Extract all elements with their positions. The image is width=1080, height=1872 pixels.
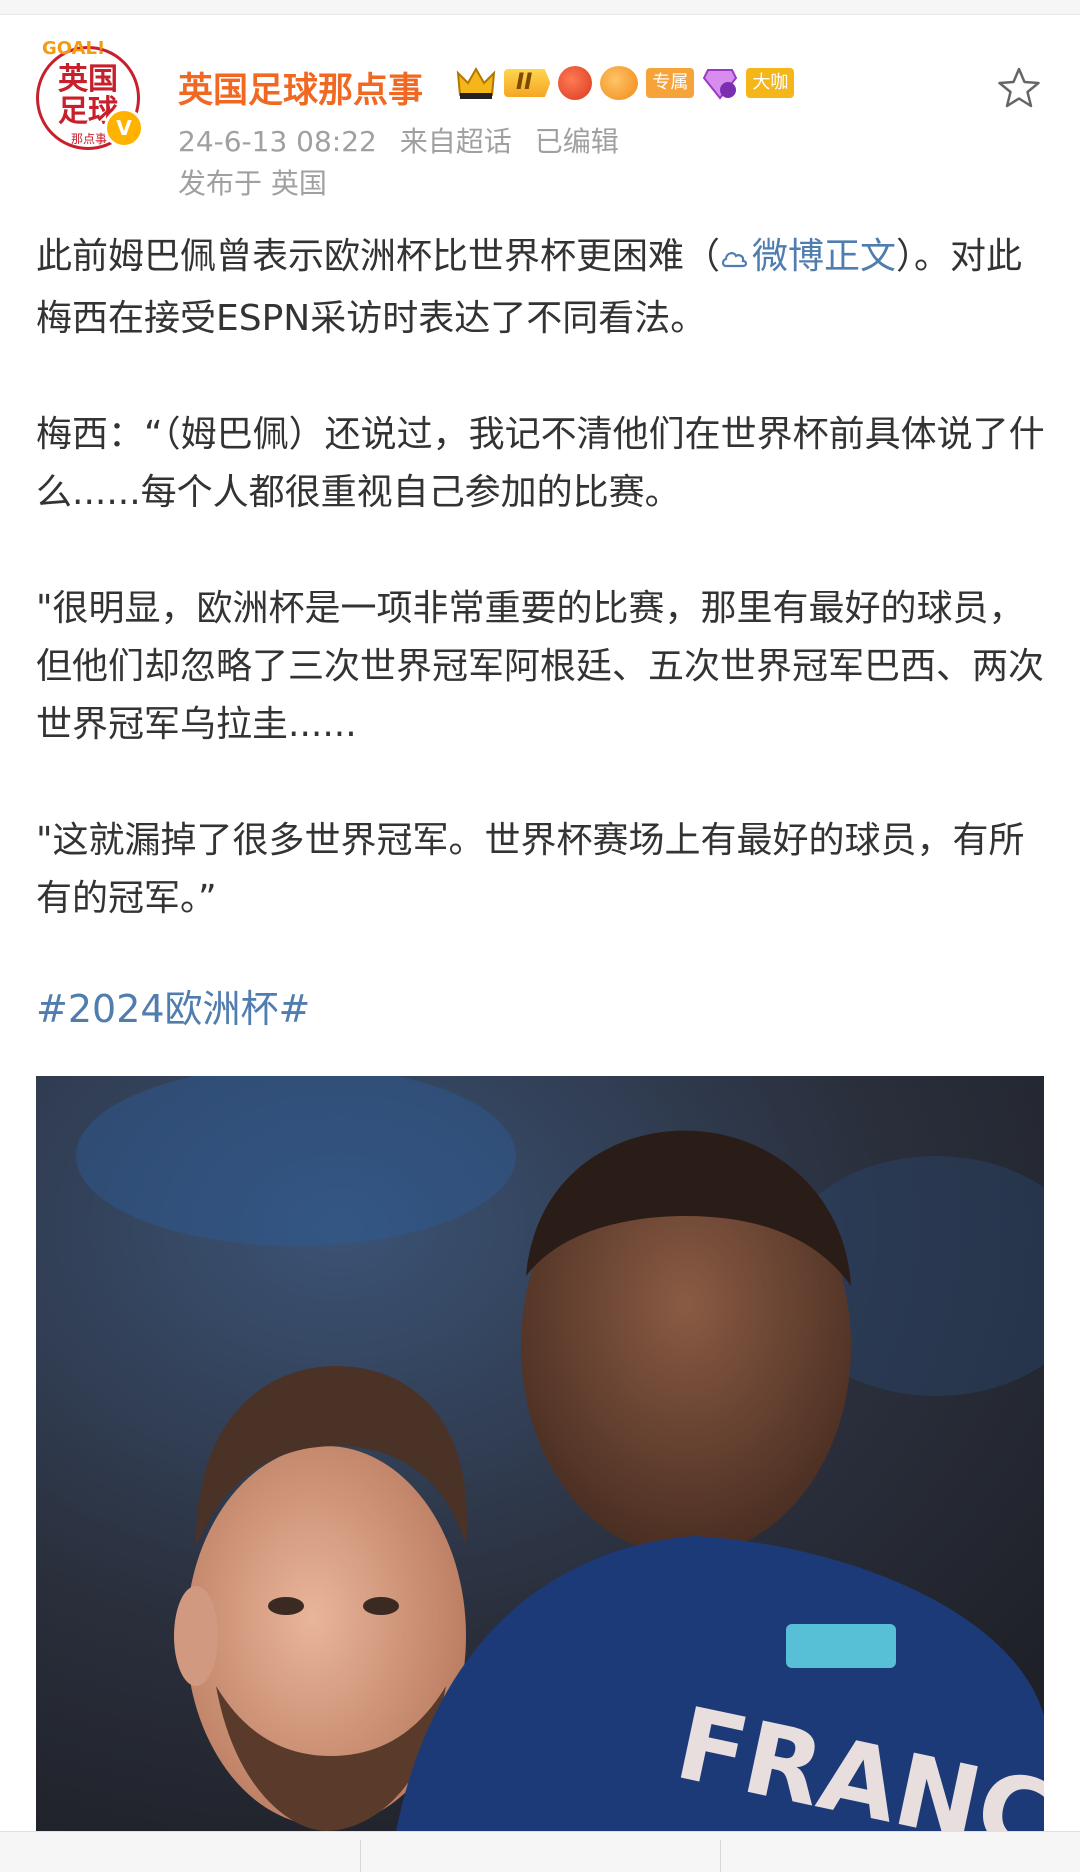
- post-content: 此前姆巴佩曾表示欧洲杯比世界杯更困难（ 微博正文）。对此梅西在接受ESPN采访时表…: [36, 228, 1056, 928]
- avatar-goal-text: GOAL!: [42, 38, 106, 59]
- post-location: 发布于 英国: [178, 167, 327, 200]
- diamond-icon[interactable]: [702, 66, 738, 100]
- post-image-illustration: FRANC: [36, 1076, 1044, 1831]
- hashtag-link[interactable]: #2024欧洲杯#: [36, 978, 310, 1033]
- fish-red-icon[interactable]: [558, 66, 593, 100]
- bottom-action-bar: [0, 1831, 1080, 1872]
- post-paragraph: 此前姆巴佩曾表示欧洲杯比世界杯更困难（ 微博正文）。对此梅西在接受ESPN采访时表…: [36, 228, 1056, 348]
- user-name[interactable]: 英国足球那点事: [178, 62, 423, 113]
- badge-row: II 专属 大咖: [456, 62, 795, 104]
- weibo-link-label: 微博正文: [752, 236, 897, 277]
- crown-icon[interactable]: [456, 65, 496, 101]
- vip-badge[interactable]: 大咖: [746, 68, 795, 98]
- verified-badge-icon: V: [104, 108, 144, 148]
- post-edited[interactable]: 已编辑: [535, 125, 619, 158]
- post-meta: 24-6-13 08:22 来自超话 已编辑: [178, 120, 633, 160]
- post-paragraph: "很明显，欧洲杯是一项非常重要的比赛，那里有最好的球员，但他们却忽略了三次世界冠…: [36, 588, 1045, 745]
- star-icon[interactable]: [995, 64, 1043, 112]
- toolbar-divider: [720, 1840, 721, 1872]
- top-divider: [0, 0, 1080, 15]
- avatar[interactable]: GOAL! 英国 足球 那点事 V: [36, 38, 144, 154]
- weibo-link-icon: [720, 232, 750, 290]
- toolbar-divider: [360, 1840, 361, 1872]
- post-paragraph: "这就漏掉了很多世界冠军。世界杯赛场上有最好的球员，有所有的冠军。”: [36, 820, 1025, 919]
- weibo-article-link[interactable]: 微博正文: [720, 236, 896, 277]
- level-badge[interactable]: II: [504, 69, 551, 97]
- post-paragraph: 梅西：“（姆巴佩）还说过，我记不清他们在世界杯前具体说了什么......每个人都…: [36, 414, 1045, 513]
- post-image[interactable]: FRANC: [36, 1076, 1044, 1831]
- fish-orange-icon[interactable]: [600, 66, 639, 100]
- exclusive-badge[interactable]: 专属: [646, 68, 695, 98]
- post-source[interactable]: 来自超话: [400, 125, 512, 158]
- avatar-logo-line1: 英国: [58, 62, 118, 97]
- post-time: 24-6-13 08:22: [178, 125, 377, 158]
- post-paragraph-text: 此前姆巴佩曾表示欧洲杯比世界杯更困难（: [36, 236, 721, 277]
